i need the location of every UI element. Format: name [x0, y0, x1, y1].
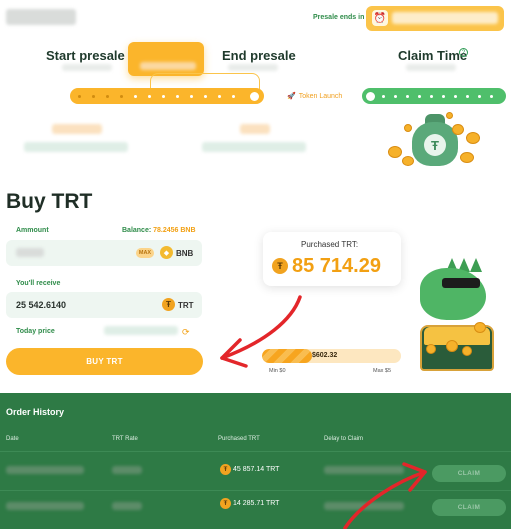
annotation-arrows [220, 295, 427, 529]
arrow-to-buy-button [220, 295, 302, 360]
arrow-to-claim-button [343, 470, 427, 529]
